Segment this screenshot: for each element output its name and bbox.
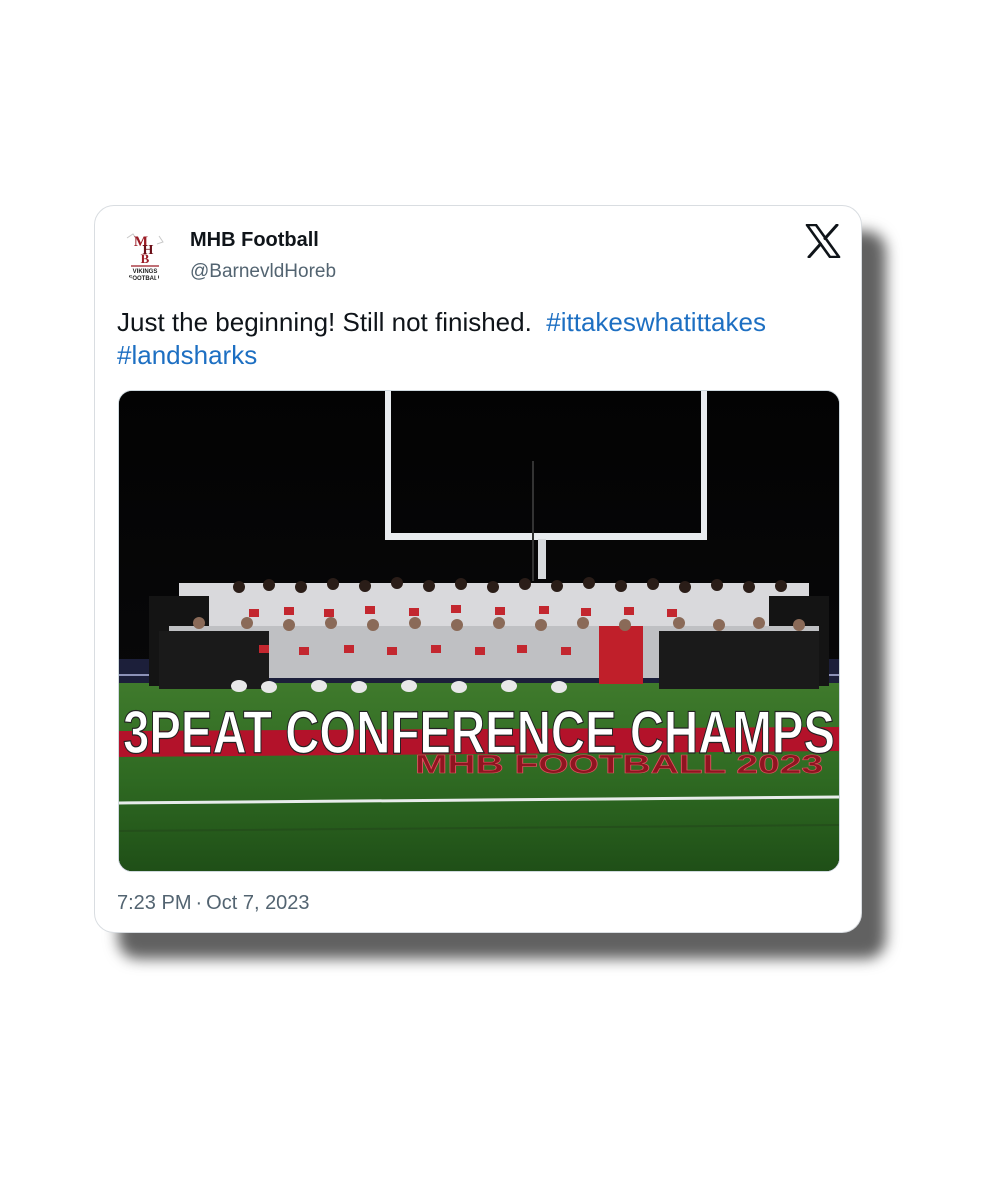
photo-subline: MHB FOOTBALL 2023 [415,749,823,779]
tweet-body: Just the beginning! Still not finished. [117,307,532,337]
avatar[interactable]: M H B VIKINGS FOOTBALL [117,226,173,282]
tweet-text: Just the beginning! Still not finished. … [117,306,847,372]
timestamp-date: Oct 7, 2023 [206,892,310,914]
avatar-line-football: FOOTBALL [129,276,162,282]
avatar-monogram-b: B [141,251,150,266]
timestamp[interactable]: 7:23 PM · Oct 7, 2023 [117,892,310,915]
x-logo-icon[interactable] [805,223,841,259]
timestamp-time: 7:23 PM [117,892,192,914]
team-logo-icon: M H B VIKINGS FOOTBALL [117,226,173,282]
tweet-card[interactable]: M H B VIKINGS FOOTBALL MHB Football @Bar… [94,205,862,933]
tweet-photo[interactable]: 3PEAT CONFERENCE CHAMPS MHB FOOTBALL 202… [118,390,840,872]
hashtag-link[interactable]: #landsharks [117,340,257,370]
timestamp-separator: · [195,892,203,914]
author-handle[interactable]: @BarnevldHoreb [190,261,336,283]
hashtag-link[interactable]: #ittakeswhatittakes [546,307,766,337]
avatar-line-vikings: VIKINGS [133,269,158,275]
team-photo-image: 3PEAT CONFERENCE CHAMPS MHB FOOTBALL 202… [119,391,839,871]
author-name[interactable]: MHB Football [190,229,319,252]
